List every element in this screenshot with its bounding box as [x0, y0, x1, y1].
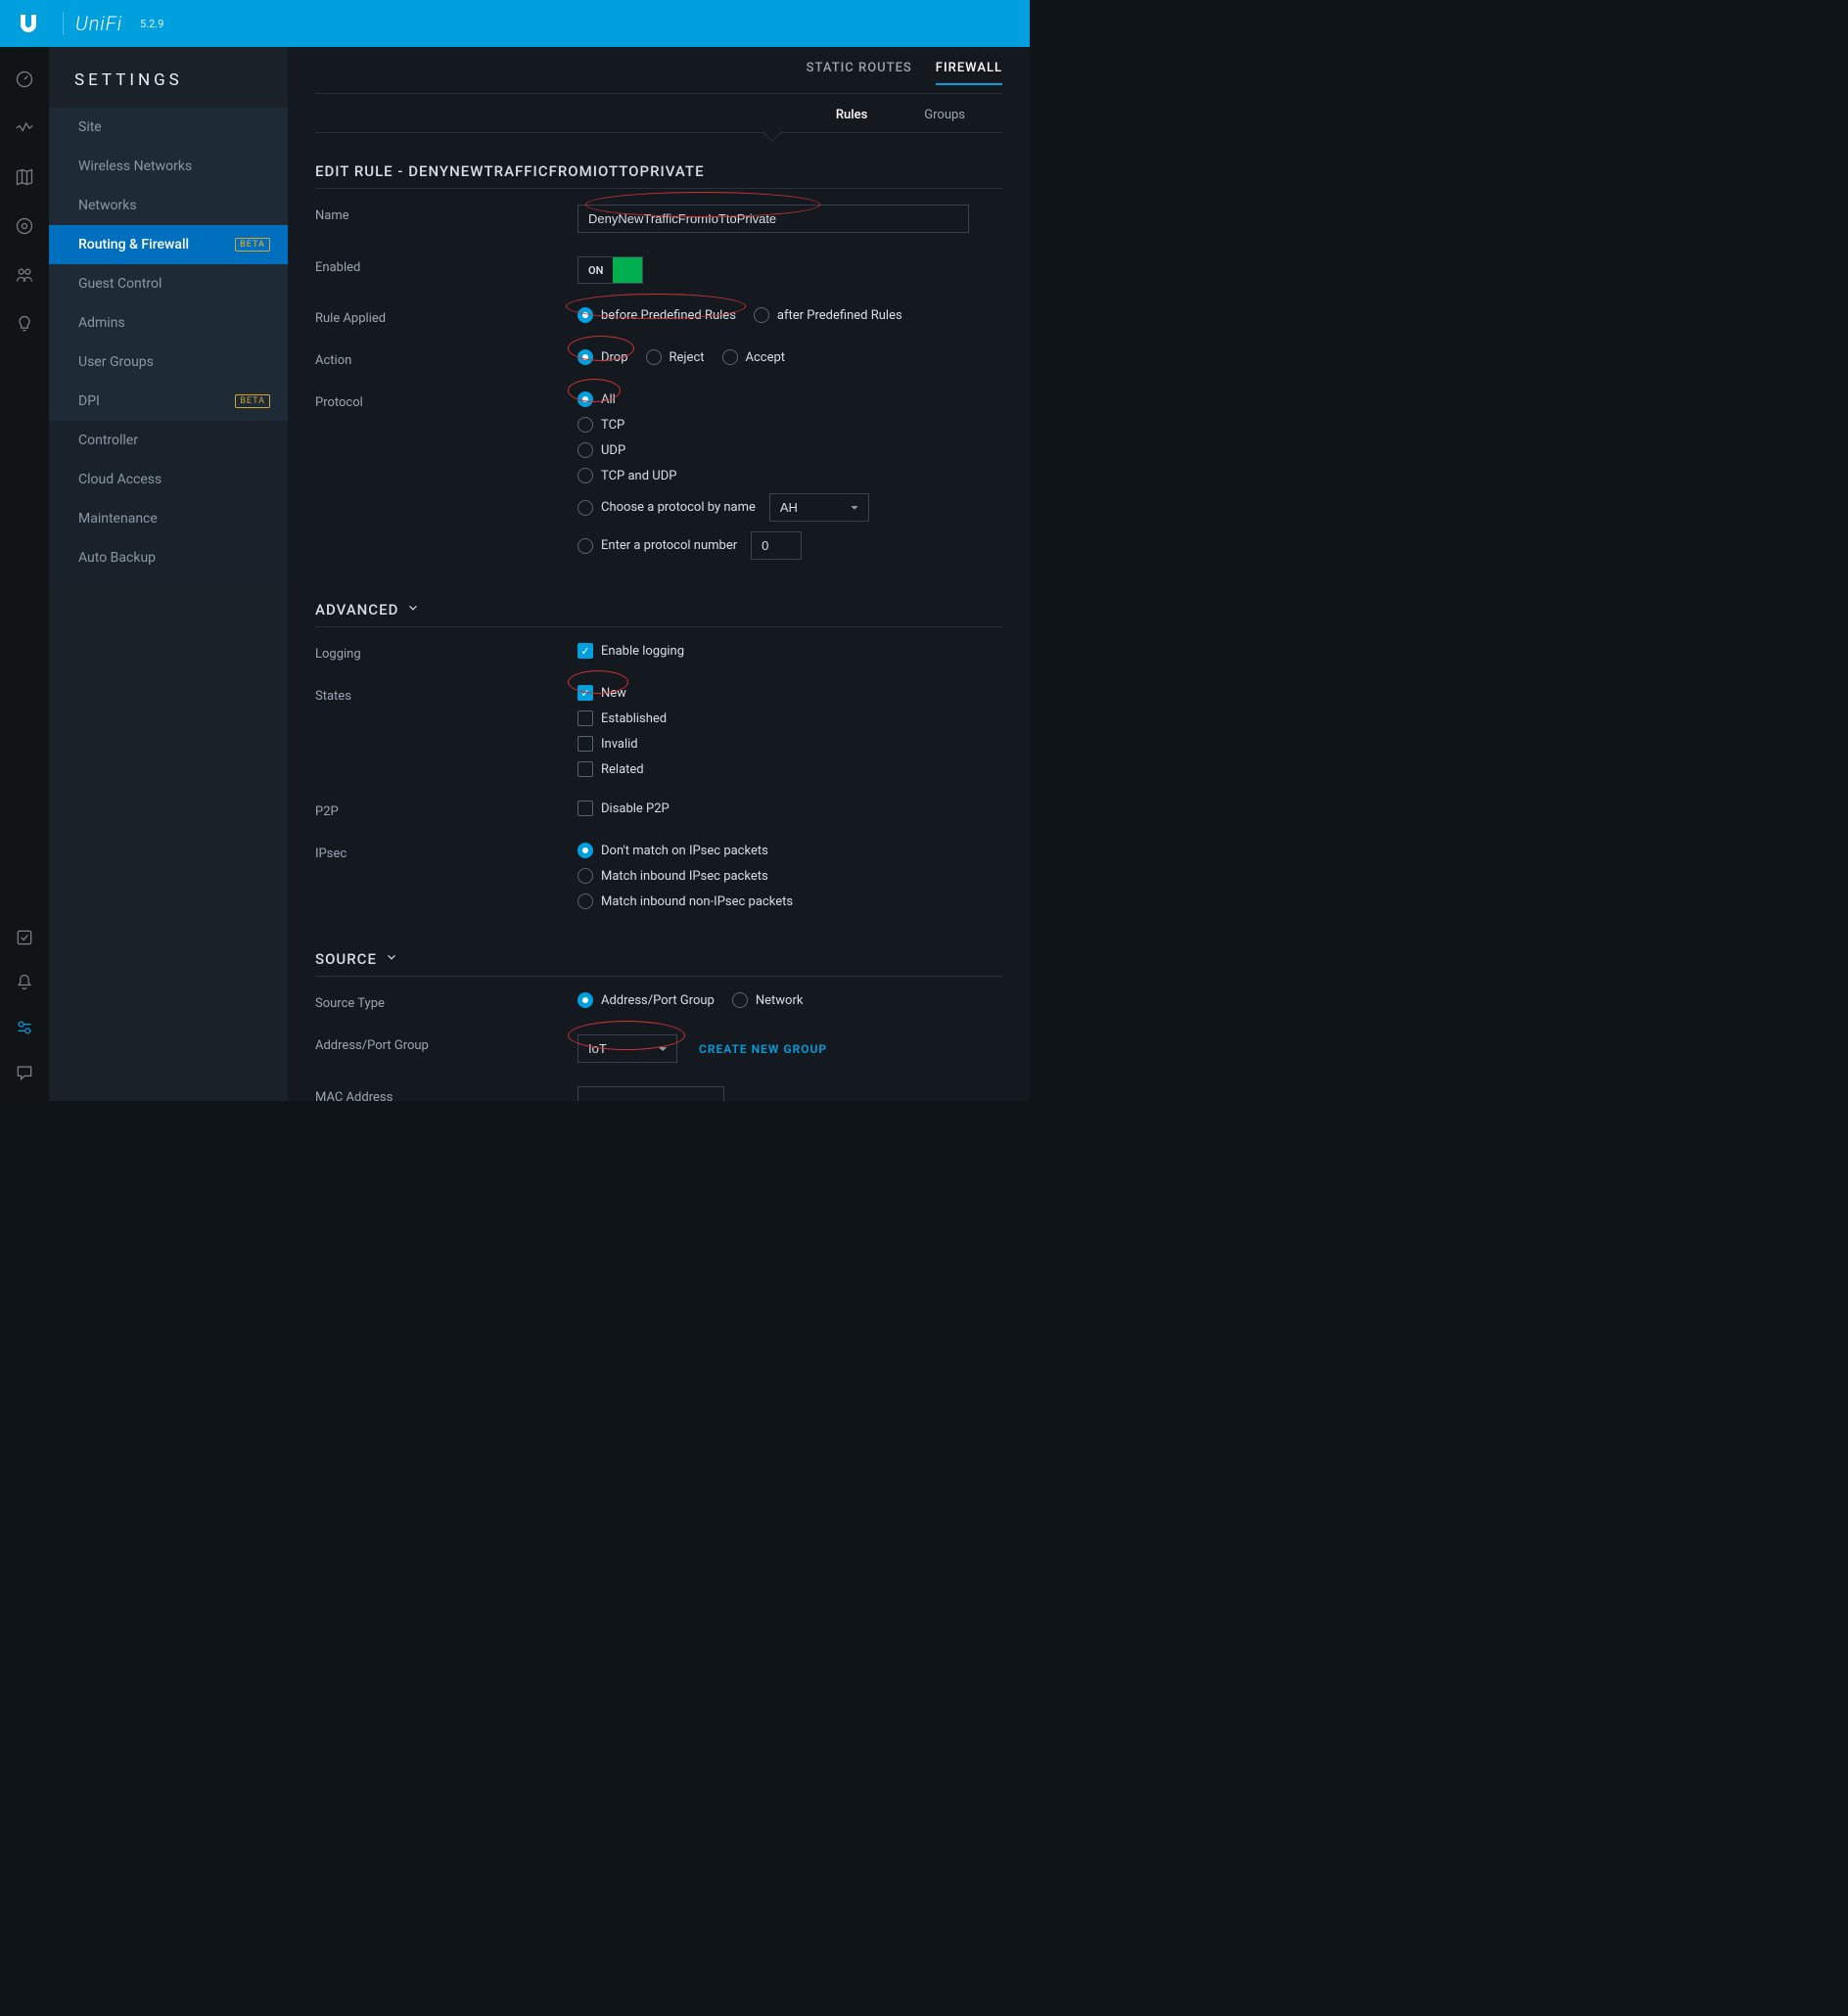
subtab-rules[interactable]: Rules	[836, 108, 867, 122]
radio-protocol-udp[interactable]: UDP	[578, 442, 625, 458]
radio-ipsec-nonipsec[interactable]: Match inbound non-IPsec packets	[578, 893, 793, 909]
settings-icon[interactable]	[14, 1017, 35, 1038]
chevron-down-icon	[406, 601, 420, 619]
sidebar-item-user-groups[interactable]: User Groups	[49, 343, 288, 382]
radio-protocol-byname[interactable]: Choose a protocol by name AH	[578, 493, 869, 522]
subtab-groups[interactable]: Groups	[924, 108, 965, 122]
tab-firewall[interactable]: FIREWALL	[936, 61, 1002, 85]
sidebar-item-wireless[interactable]: Wireless Networks	[49, 147, 288, 186]
beta-badge: BETA	[235, 394, 270, 408]
radio-action-reject[interactable]: Reject	[646, 349, 705, 365]
topbar: UniFi 5.2.9	[0, 0, 1030, 47]
label-protocol: Protocol	[315, 391, 578, 410]
create-src-group-button[interactable]: CREATE NEW GROUP	[699, 1042, 827, 1056]
map-icon[interactable]	[14, 166, 35, 188]
version-text: 5.2.9	[140, 18, 163, 30]
insights-icon[interactable]	[14, 313, 35, 335]
sidebar-item-site[interactable]: Site	[49, 108, 288, 147]
toggle-switch-icon	[613, 257, 642, 283]
tabs-sub: Rules Groups	[315, 94, 1002, 133]
radio-action-drop[interactable]: Drop	[578, 349, 628, 365]
label-mac-address: MAC Address	[315, 1086, 578, 1101]
radio-protocol-tcp[interactable]: TCP	[578, 417, 624, 433]
chat-icon[interactable]	[14, 1062, 35, 1083]
sidebar-item-auto-backup[interactable]: Auto Backup	[49, 538, 288, 577]
sidebar-item-admins[interactable]: Admins	[49, 303, 288, 343]
iconbar	[0, 47, 49, 1101]
ubiquiti-logo-icon	[16, 11, 41, 36]
check-enable-logging[interactable]: Enable logging	[578, 643, 1002, 659]
brand-text: UniFi	[75, 12, 122, 35]
alerts-icon[interactable]	[14, 972, 35, 993]
label-states: States	[315, 685, 578, 704]
radio-protocol-all[interactable]: All	[578, 391, 616, 407]
check-disable-p2p[interactable]: Disable P2P	[578, 801, 1002, 816]
tabs-top: STATIC ROUTES FIREWALL	[315, 47, 1002, 94]
radio-src-group[interactable]: Address/Port Group	[578, 992, 715, 1008]
radio-src-network[interactable]: Network	[732, 992, 804, 1008]
label-p2p: P2P	[315, 801, 578, 819]
radio-protocol-bynumber[interactable]: Enter a protocol number	[578, 531, 802, 560]
events-icon[interactable]	[14, 927, 35, 948]
label-source-type: Source Type	[315, 992, 578, 1011]
chevron-down-icon	[385, 950, 398, 968]
sidebar-title: SETTINGS	[49, 70, 288, 108]
radio-before-predefined[interactable]: before Predefined Rules	[578, 307, 736, 323]
edit-rule-title: EDIT RULE - DENYNEWTRAFFICFROMIOTTOPRIVA…	[315, 162, 1002, 189]
clients-icon[interactable]	[14, 264, 35, 286]
protocol-number-input[interactable]	[751, 531, 802, 560]
check-state-new[interactable]: New	[578, 685, 1002, 701]
label-logging: Logging	[315, 643, 578, 662]
sidebar-item-cloud-access[interactable]: Cloud Access	[49, 460, 288, 499]
sidebar-item-guest-control[interactable]: Guest Control	[49, 264, 288, 303]
main-content: STATIC ROUTES FIREWALL Rules Groups EDIT…	[288, 47, 1030, 1101]
sidebar-item-routing-firewall[interactable]: Routing & FirewallBETA	[49, 225, 288, 264]
radio-ipsec-none[interactable]: Don't match on IPsec packets	[578, 843, 768, 858]
name-input[interactable]	[578, 205, 969, 233]
section-source[interactable]: SOURCE	[315, 950, 1002, 977]
src-group-select[interactable]: IoT	[578, 1034, 677, 1063]
label-enabled: Enabled	[315, 256, 578, 275]
radio-after-predefined[interactable]: after Predefined Rules	[754, 307, 902, 323]
sidebar-item-controller[interactable]: Controller	[49, 421, 288, 460]
radio-protocol-tcpudp[interactable]: TCP and UDP	[578, 468, 676, 483]
radio-ipsec-inbound[interactable]: Match inbound IPsec packets	[578, 868, 768, 884]
check-state-established[interactable]: Established	[578, 710, 1002, 726]
beta-badge: BETA	[235, 238, 270, 252]
tab-static-routes[interactable]: STATIC ROUTES	[807, 61, 912, 85]
label-rule-applied: Rule Applied	[315, 307, 578, 326]
settings-sidebar: SETTINGS Site Wireless Networks Networks…	[49, 47, 288, 1101]
label-ipsec: IPsec	[315, 843, 578, 861]
stats-icon[interactable]	[14, 117, 35, 139]
section-advanced[interactable]: ADVANCED	[315, 601, 1002, 627]
check-state-related[interactable]: Related	[578, 761, 1002, 777]
mac-address-input[interactable]	[578, 1086, 724, 1101]
sidebar-item-networks[interactable]: Networks	[49, 186, 288, 225]
protocol-name-select[interactable]: AH	[769, 493, 869, 522]
label-name: Name	[315, 205, 578, 223]
label-action: Action	[315, 349, 578, 368]
check-state-invalid[interactable]: Invalid	[578, 736, 1002, 752]
dashboard-icon[interactable]	[14, 69, 35, 90]
radio-action-accept[interactable]: Accept	[722, 349, 786, 365]
sidebar-item-dpi[interactable]: DPIBETA	[49, 382, 288, 421]
devices-icon[interactable]	[14, 215, 35, 237]
label-src-addrport: Address/Port Group	[315, 1034, 578, 1053]
enabled-toggle[interactable]: ON	[578, 256, 643, 284]
sidebar-item-maintenance[interactable]: Maintenance	[49, 499, 288, 538]
topbar-divider	[63, 12, 64, 35]
subtab-caret-icon	[762, 122, 782, 142]
